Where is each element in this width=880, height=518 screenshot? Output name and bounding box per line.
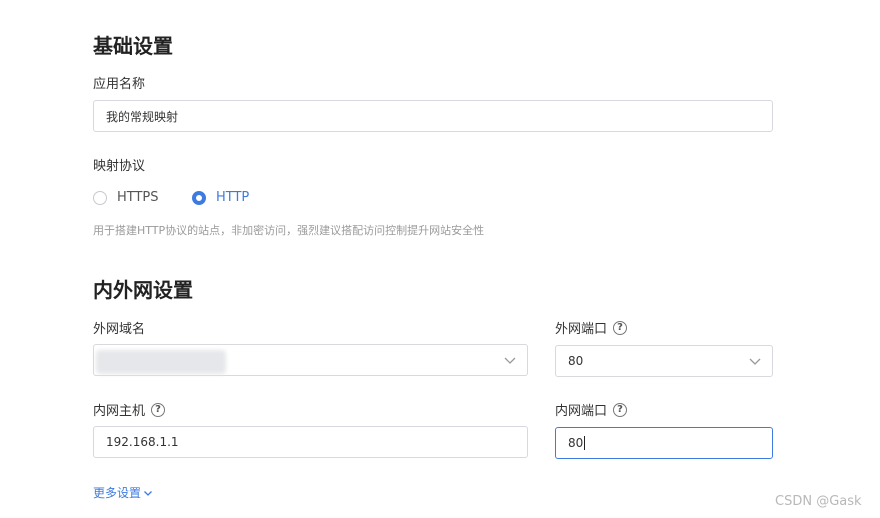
watermark: CSDN @Gask (775, 494, 862, 509)
help-circle-icon[interactable]: ? (613, 402, 628, 417)
domain-label: 外网域名 (93, 322, 146, 337)
network-settings-title: 内外网设置 (93, 278, 193, 302)
protocol-label: 映射协议 (93, 159, 146, 174)
internal-host-label: 内网主机 (93, 404, 146, 419)
chevron-down-icon[interactable] (748, 354, 762, 368)
external-port-label: 外网端口 (555, 322, 608, 337)
help-circle-icon[interactable]: ? (151, 402, 166, 417)
internal-host-label-group: 内网主机 ? (93, 400, 166, 419)
text-cursor (584, 436, 586, 450)
radio-https-label: HTTPS (117, 190, 159, 205)
internal-port-label-group: 内网端口 ? (555, 400, 628, 419)
external-port-label-group: 外网端口 ? (555, 318, 628, 337)
internal-port-label: 内网端口 (555, 404, 608, 419)
external-port-select[interactable]: 80 (555, 345, 773, 377)
chevron-down-icon (144, 490, 152, 496)
internal-host-value: 192.168.1.1 (106, 435, 179, 449)
radio-icon[interactable] (192, 190, 206, 205)
app-name-input[interactable]: 我的常规映射 (93, 100, 773, 132)
help-circle-icon[interactable]: ? (613, 320, 628, 335)
protocol-hint: 用于搭建HTTP协议的站点，非加密访问，强烈建议搭配访问控制提升网站安全性 (93, 224, 485, 237)
radio-icon[interactable] (93, 190, 107, 205)
blurred-domain (96, 350, 226, 374)
app-name-value: 我的常规映射 (106, 109, 179, 124)
app-name-label: 应用名称 (93, 77, 146, 92)
chevron-down-icon[interactable] (503, 353, 517, 367)
internal-port-value: 80 (568, 436, 584, 450)
internal-host-input[interactable]: 192.168.1.1 (93, 426, 528, 458)
radio-http-label: HTTP (216, 190, 250, 205)
internal-port-input[interactable]: 80 (555, 427, 773, 459)
more-settings-link[interactable]: 更多设置 (93, 484, 153, 501)
external-port-value: 80 (568, 354, 584, 368)
radio-https[interactable]: HTTPS (93, 190, 159, 205)
basic-settings-title: 基础设置 (93, 34, 173, 58)
more-settings-label: 更多设置 (93, 486, 142, 500)
radio-http[interactable]: HTTP (192, 190, 249, 205)
